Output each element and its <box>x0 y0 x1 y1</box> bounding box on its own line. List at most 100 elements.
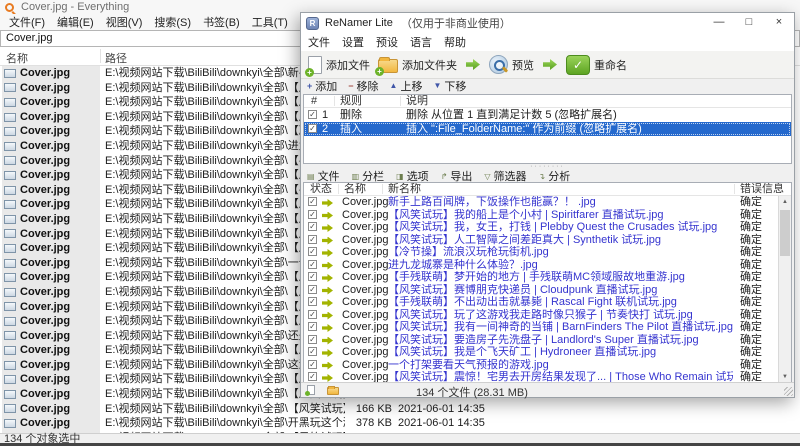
scrollbar-thumb[interactable] <box>780 210 790 256</box>
renamer-file-row[interactable]: ✓ Cover.jpg 【风笑试玩】人工智障之间差距真大 | Synthetik… <box>304 234 778 247</box>
menu-item[interactable]: 预设 <box>370 34 404 50</box>
file-checkbox[interactable]: ✓ <box>308 372 317 381</box>
rules-column-desc[interactable]: 说明 <box>406 95 428 108</box>
renamer-file-row[interactable]: ✓ Cover.jpg 【风笑试玩】我，女王，打钱 | Plebby Quest… <box>304 221 778 234</box>
menu-item[interactable]: 语言 <box>404 34 438 50</box>
files-column-newname[interactable]: 新名称 <box>388 183 421 196</box>
renamer-file-row[interactable]: ✓ Cover.jpg 【风笑试玩】我的船上是个小村 | Spiritfarer… <box>304 209 778 222</box>
file-name-cell[interactable]: Cover.jpg <box>2 255 100 271</box>
close-button[interactable]: × <box>764 13 794 33</box>
rule-move-up-button[interactable]: ▲ 上移 <box>390 78 423 94</box>
file-name-cell[interactable]: Cover.jpg <box>2 182 100 198</box>
menu-item[interactable]: 搜索(S) <box>148 14 197 30</box>
menu-item[interactable]: 帮助 <box>438 34 472 50</box>
maximize-button[interactable]: □ <box>734 13 764 33</box>
rule-row[interactable]: ✓ 1 删除 删除 从位置 1 直到满足计数 5 (忽略扩展名) <box>304 108 791 122</box>
file-name-cell[interactable]: Cover.jpg <box>2 226 100 242</box>
file-checkbox[interactable]: ✓ <box>308 259 317 269</box>
file-name-cell[interactable]: Cover.jpg <box>2 387 100 402</box>
file-name-cell[interactable]: Cover.jpg <box>2 153 100 169</box>
file-name-cell[interactable]: Cover.jpg <box>2 109 100 125</box>
renamer-titlebar[interactable]: R ReNamer Lite （仅用于非商业使用） — □ × <box>301 13 794 33</box>
menu-item[interactable]: 编辑(E) <box>51 14 100 30</box>
everything-file-row[interactable]: Cover.jpg E:\视频网站下载\BiliBili\downkyi\全部\… <box>0 416 800 431</box>
file-name: Cover.jpg <box>20 183 71 196</box>
menu-item[interactable]: 视图(V) <box>100 14 149 30</box>
column-divider[interactable] <box>100 49 101 63</box>
file-checkbox[interactable]: ✓ <box>308 322 317 331</box>
menu-item[interactable]: 文件(F) <box>3 14 51 30</box>
file-name-cell[interactable]: Cover.jpg <box>2 299 100 315</box>
resize-grip[interactable] <box>784 387 793 396</box>
file-checkbox[interactable]: ✓ <box>308 309 317 319</box>
file-name-cell[interactable]: Cover.jpg <box>2 357 100 373</box>
renamer-file-row[interactable]: ✓ Cover.jpg 【风笑试玩】要造房子先洗盘子 | Landlord's … <box>304 334 778 347</box>
file-checkbox[interactable]: ✓ <box>308 284 317 294</box>
file-name-cell[interactable]: Cover.jpg <box>2 66 100 81</box>
renamer-file-row[interactable]: ✓ Cover.jpg 进九龙城寨是种什么体验？.jpg 确定 <box>304 259 778 272</box>
files-column-state[interactable]: 状态 <box>310 183 332 196</box>
screen: Cover.jpg - Everything 文件(F) 编辑(E) 视图(V) 搜索… <box>0 0 800 446</box>
rule-move-down-button[interactable]: ▼ 下移 <box>433 78 466 94</box>
renamer-file-row[interactable]: ✓ Cover.jpg 【手残联萌】梦开始的地方 | 手残联萌MC领域服故地重游… <box>304 271 778 284</box>
file-name-cell[interactable]: Cover.jpg <box>2 328 100 344</box>
renamer-file-row[interactable]: ✓ Cover.jpg 【冷节操】流浪汉玩枪玩街机.jpg 确定 <box>304 246 778 259</box>
file-checkbox[interactable]: ✓ <box>308 297 317 306</box>
everything-file-row[interactable]: Cover.jpg E:\视频网站下载\BiliBili\downkyi\全部\… <box>0 401 800 417</box>
renamer-file-row[interactable]: ✓ Cover.jpg 【风笑试玩】我是个飞天矿工 | Hydroneer 直播… <box>304 346 778 359</box>
column-header-name[interactable]: 名称 <box>6 50 28 66</box>
rule-add-button[interactable]: + 添加 <box>307 78 337 94</box>
file-checkbox[interactable]: ✓ <box>308 272 317 281</box>
file-name-cell[interactable]: Cover.jpg <box>2 241 100 256</box>
rule-remove-button[interactable]: − 移除 <box>348 78 378 94</box>
scroll-up-icon[interactable]: ▲ <box>779 196 791 208</box>
file-name-cell[interactable]: Cover.jpg <box>2 197 100 212</box>
file-name-cell[interactable]: Cover.jpg <box>2 314 100 329</box>
file-name-cell[interactable]: Cover.jpg <box>2 80 100 96</box>
files-column-name[interactable]: 名称 <box>344 183 366 196</box>
renamer-file-row[interactable]: ✓ Cover.jpg 【风笑试玩】赛博朋克快递员 | Cloudpunk 直播… <box>304 284 778 297</box>
file-name-cell[interactable]: Cover.jpg <box>2 343 100 358</box>
renamer-file-row[interactable]: ✓ Cover.jpg 【手残联萌】不出动出击就暴毙 | Rascal Figh… <box>304 296 778 309</box>
renamer-file-row[interactable]: ✓ Cover.jpg 【风笑试玩】我有一间神奇的当铺 | BarnFinder… <box>304 321 778 334</box>
file-name-cell[interactable]: Cover.jpg <box>2 138 100 154</box>
file-checkbox[interactable]: ✓ <box>308 247 317 256</box>
file-checkbox[interactable]: ✓ <box>308 359 317 369</box>
file-checkbox[interactable]: ✓ <box>308 222 317 231</box>
options-icon: ◨ <box>396 171 404 181</box>
renamer-file-row[interactable]: ✓ Cover.jpg 【风笑试玩】玩了这游戏我走路时像只猴子 | 节奏快打 试… <box>304 309 778 322</box>
file-name-cell[interactable]: Cover.jpg <box>2 124 100 139</box>
file-name-cell[interactable]: Cover.jpg <box>2 211 100 227</box>
file-checkbox[interactable]: ✓ <box>308 197 317 206</box>
menu-item[interactable]: 工具(T) <box>246 14 294 30</box>
file-checkbox[interactable]: ✓ <box>308 334 317 344</box>
rule-row[interactable]: ✓ 2 插入 插入 ":File_FolderName:" 作为前缀 (忽略扩展… <box>304 122 791 136</box>
rules-column-rule[interactable]: 规则 <box>340 95 362 108</box>
file-checkbox[interactable]: ✓ <box>308 347 317 356</box>
file-name-cell[interactable]: Cover.jpg <box>2 416 100 431</box>
menu-item[interactable]: 书签(B) <box>197 14 246 30</box>
file-name-cell[interactable]: Cover.jpg <box>2 372 100 388</box>
file-name-cell[interactable]: Cover.jpg <box>2 401 100 417</box>
file-checkbox[interactable]: ✓ <box>308 234 317 244</box>
renamer-file-row[interactable]: ✓ Cover.jpg 一个打架要看天气预报的游戏.jpg 确定 <box>304 359 778 372</box>
vertical-scrollbar[interactable]: ▲ ▼ <box>778 196 791 383</box>
add-folders-button[interactable]: 添加文件夹 <box>374 54 461 76</box>
file-name-cell[interactable]: Cover.jpg <box>2 284 100 300</box>
file-name-cell[interactable]: Cover.jpg <box>2 270 100 285</box>
files-column-error[interactable]: 错误信息 <box>740 183 784 196</box>
rules-column-num[interactable]: # <box>311 95 317 108</box>
rename-button[interactable]: ✓ 重命名 <box>562 53 631 77</box>
file-name-cell[interactable]: Cover.jpg <box>2 168 100 183</box>
add-files-button[interactable]: 添加文件 <box>304 54 374 77</box>
rule-checkbox[interactable]: ✓ <box>308 124 317 133</box>
file-name-cell[interactable]: Cover.jpg <box>2 95 100 110</box>
column-header-path[interactable]: 路径 <box>105 50 127 66</box>
minimize-button[interactable]: — <box>704 13 734 33</box>
file-checkbox[interactable]: ✓ <box>308 209 317 219</box>
menu-item[interactable]: 设置 <box>336 34 370 50</box>
preview-button[interactable]: 预览 <box>485 53 538 76</box>
rule-checkbox[interactable]: ✓ <box>308 110 317 119</box>
renamer-file-row[interactable]: ✓ Cover.jpg 新手上路百闻牌，下饭操作也能赢？！ .jpg 确定 <box>304 196 778 209</box>
menu-item[interactable]: 文件 <box>302 34 336 50</box>
